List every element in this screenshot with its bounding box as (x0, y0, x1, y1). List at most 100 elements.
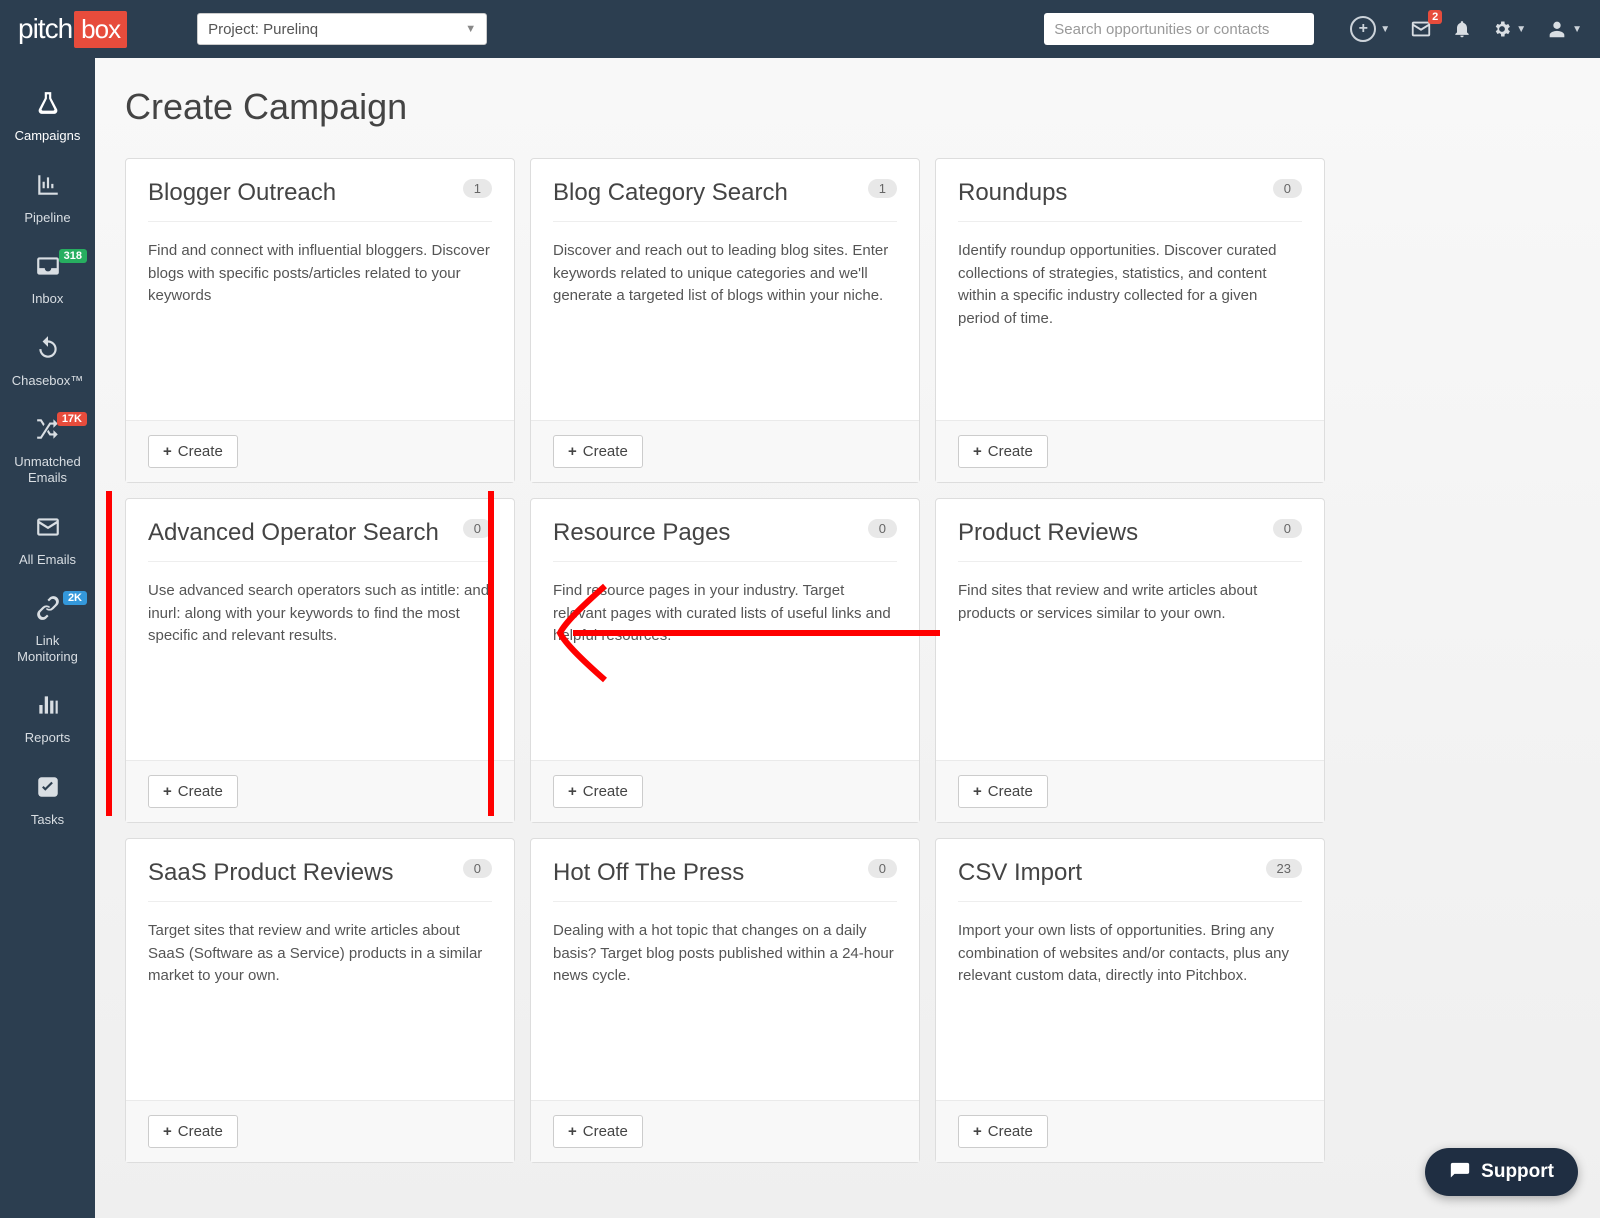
gear-icon (1492, 19, 1512, 39)
card-title: Blog Category Search (553, 179, 788, 207)
card-header: Roundups 0 (958, 159, 1302, 222)
card-header: Product Reviews0 (958, 499, 1302, 562)
notifications-button[interactable] (1452, 19, 1472, 39)
card-roundups: Roundups0Identify roundup opportunities.… (935, 158, 1325, 483)
user-menu[interactable]: ▼ (1546, 18, 1582, 40)
create-button[interactable]: +Create (553, 435, 643, 468)
add-button[interactable]: + ▼ (1350, 16, 1390, 42)
search-input[interactable] (1044, 13, 1314, 45)
create-button[interactable]: +Create (958, 1115, 1048, 1148)
mail-button[interactable]: 2 (1410, 18, 1432, 40)
card-description: Import your own lists of opportunities. … (936, 902, 1324, 1100)
sidebar-item-reports[interactable]: Reports (0, 678, 95, 760)
card-header: SaaS Product Reviews 0 (148, 839, 492, 902)
card-description: Discover and reach out to leading blog s… (531, 222, 919, 420)
count-badge: 0 (1273, 179, 1302, 198)
card-footer: +Create (531, 760, 919, 822)
card-title: Roundups (958, 179, 1067, 207)
sidebar-item-pipeline[interactable]: Pipeline (0, 158, 95, 240)
card-header: Advanced Operator Search0 (148, 499, 492, 562)
plus-icon: + (163, 1123, 172, 1140)
top-icons: + ▼ 2 ▼ ▼ (1350, 16, 1582, 42)
card-footer: +Create (936, 1100, 1324, 1162)
sidebar-item-label: Campaigns (15, 128, 81, 144)
logo[interactable]: pitchbox (18, 11, 127, 48)
settings-button[interactable]: ▼ (1492, 19, 1526, 39)
support-label: Support (1481, 1161, 1554, 1183)
logo-text-2: box (74, 11, 127, 48)
sidebar-item-all-emails[interactable]: All Emails (0, 500, 95, 582)
create-button[interactable]: +Create (553, 775, 643, 808)
link-icon (35, 595, 61, 627)
card-footer: + Create (531, 1100, 919, 1162)
chat-icon (1449, 1161, 1471, 1183)
caret-down-icon: ▼ (1380, 24, 1390, 35)
card-title: CSV Import (958, 859, 1082, 887)
card-title: SaaS Product Reviews (148, 859, 393, 887)
card-footer: + Create (126, 1100, 514, 1162)
mail-badge: 2 (1428, 10, 1442, 24)
create-label: Create (583, 1123, 628, 1140)
bars-icon (35, 692, 61, 724)
card-header: Resource Pages0 (553, 499, 897, 562)
refresh-icon (35, 335, 61, 367)
card-title: Hot Off The Press (553, 859, 744, 887)
flask-icon (35, 90, 61, 122)
sidebar-item-inbox[interactable]: Inbox 318 (0, 239, 95, 321)
create-button[interactable]: + Create (958, 775, 1048, 808)
card-description: Use advanced search operators such as in… (126, 562, 514, 760)
sidebar-item-label: All Emails (19, 552, 76, 568)
card-footer: +Create (126, 420, 514, 482)
create-label: Create (988, 783, 1033, 800)
create-button[interactable]: + Create (958, 435, 1048, 468)
card-advanced-operator-search: Advanced Operator Search0Use advanced se… (125, 498, 515, 823)
card-title: Blogger Outreach (148, 179, 336, 207)
sidebar-item-campaigns[interactable]: Campaigns (0, 76, 95, 158)
envelope-icon (35, 514, 61, 546)
card-header: CSV Import 23 (958, 839, 1302, 902)
sidebar-badge: 318 (59, 249, 87, 263)
count-badge: 1 (868, 179, 897, 198)
create-button[interactable]: +Create (148, 775, 238, 808)
create-button[interactable]: + Create (148, 1115, 238, 1148)
card-description: Find sites that review and write article… (936, 562, 1324, 760)
bell-icon (1452, 19, 1472, 39)
create-label: Create (178, 783, 223, 800)
plus-icon: + (973, 783, 982, 800)
sidebar-item-tasks[interactable]: Tasks (0, 760, 95, 842)
project-select[interactable]: Project: Purelinq ▼ (197, 13, 487, 45)
create-label: Create (988, 1123, 1033, 1140)
logo-text-1: pitch (18, 13, 72, 45)
card-blogger-outreach: Blogger Outreach 1 Find and connect with i… (125, 158, 515, 483)
chart-icon (35, 172, 61, 204)
card-product-reviews: Product Reviews0Find sites that review a… (935, 498, 1325, 823)
card-header: Hot Off The Press0 (553, 839, 897, 902)
sidebar-item-label: Chasebox™ (12, 373, 84, 389)
sidebar-item-chasebox-[interactable]: Chasebox™ (0, 321, 95, 403)
card-header: Blogger Outreach 1 (148, 159, 492, 222)
sidebar-item-label: Inbox (32, 291, 64, 307)
card-blog-category-search: Blog Category Search 1 Discover and reach … (530, 158, 920, 483)
sidebar-item-label: Pipeline (24, 210, 70, 226)
plus-icon: + (973, 443, 982, 460)
plus-icon: + (568, 1123, 577, 1140)
create-button[interactable]: + Create (553, 1115, 643, 1148)
create-label: Create (178, 1123, 223, 1140)
plus-icon: + (1350, 16, 1376, 42)
create-label: Create (988, 443, 1033, 460)
plus-icon: + (568, 783, 577, 800)
count-badge: 23 (1266, 859, 1302, 878)
caret-down-icon: ▼ (1572, 24, 1582, 35)
card-description: Find and connect with influential blogge… (126, 222, 514, 420)
user-icon (1546, 18, 1568, 40)
sidebar-item-unmatched-emails[interactable]: Unmatched Emails17K (0, 402, 95, 499)
caret-down-icon: ▼ (465, 23, 476, 35)
sidebar: Campaigns Pipeline Inbox 318 Chasebox™ Unmatc… (0, 58, 95, 1218)
sidebar-item-link-monitoring[interactable]: Link Monitoring2K (0, 581, 95, 678)
check-icon (35, 774, 61, 806)
support-button[interactable]: Support (1425, 1148, 1578, 1196)
count-badge: 0 (463, 859, 492, 878)
create-button[interactable]: +Create (148, 435, 238, 468)
sidebar-badge: 2K (63, 591, 87, 605)
count-badge: 1 (463, 179, 492, 198)
